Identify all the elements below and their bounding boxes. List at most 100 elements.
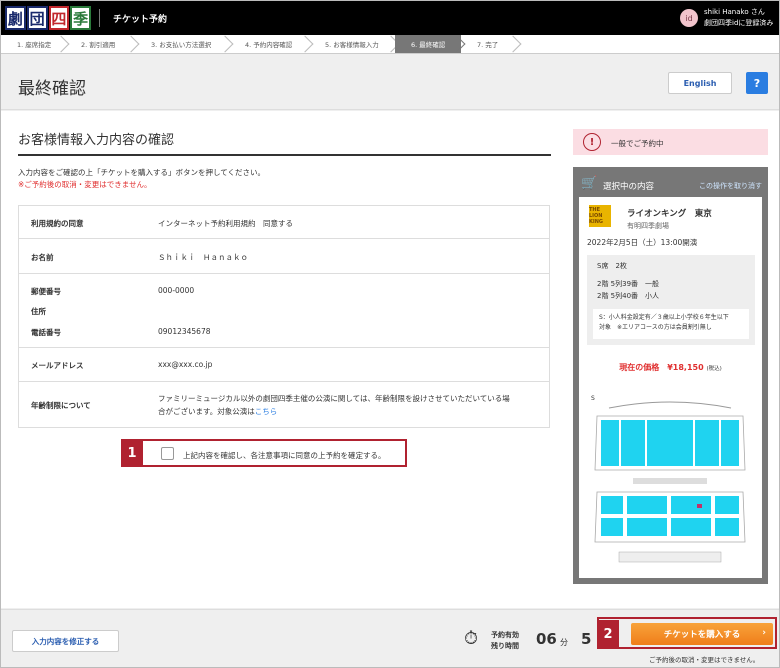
step-label: 5. お客様情報入力 [325,41,379,49]
instruction-text: 入力内容をご確認の上「チケットを購入する」ボタンを押してください。 [18,168,266,177]
target-shows-link[interactable]: こちら [255,407,278,416]
seat-block [671,518,711,536]
logo-char: 劇 [5,6,26,30]
progress-steps: 1. 座席指定 2. 割引適用 3. お支払い方法選択 4. 予約内容確認 5.… [1,35,779,54]
seat-block [627,496,667,514]
table-row: 利用規約の同意 インターネット予約利用規約 同意する [19,206,549,239]
buy-label: チケットを購入する [663,630,741,640]
user-name[interactable]: shiki Hanako さん [704,7,765,17]
avatar[interactable]: id [680,9,698,27]
name-value: Ｓｈｉｋｉ Ｈａｎａｋｏ [158,253,248,262]
service-title: チケット予約 [113,15,168,25]
confirmation-table: 利用規約の同意 インターネット予約利用規約 同意する お名前 Ｓｈｉｋｉ Ｈａｎ… [18,205,550,428]
seat-detail: 2階 5列39番 一般 [597,280,660,288]
seat-block [695,420,719,466]
table-row: メールアドレス xxx@xxx.co.jp [19,348,549,382]
name-label: お名前 [31,253,54,262]
step-label: 4. 予約内容確認 [245,41,293,49]
undo-link[interactable]: この操作を取り消す [699,181,762,191]
top-bar: 劇 団 四 季 チケット予約 id shiki Hanako さん 劇団四季id… [1,1,779,35]
edit-input-button[interactable]: 入力内容を修正する [12,630,119,652]
step-7: 7. 完了 [461,35,522,53]
selected-seat [697,504,702,508]
cart-icon: 🛒 [581,176,598,191]
phone-value: 09012345678 [158,327,211,336]
step-number-badge: 2 [597,620,619,648]
seat-block [601,496,623,514]
page-header: 最終確認 English ? [1,54,779,110]
section-title: お客様情報入力内容の確認 [18,133,175,148]
theater-name: 有明四季劇場 [627,222,669,230]
postal-value: 000-0000 [158,286,195,295]
step-label: 1. 座席指定 [17,41,52,49]
chevron-right-icon: › [762,628,766,638]
seat-block [627,518,667,536]
warning-text: ※ご予約後の取消・変更はできません。 [18,180,152,189]
timer-icon: ⏱ [464,628,479,649]
timer-seconds: 5 [581,630,592,648]
step-label: 6. 最終確認 [411,41,446,49]
price-value: ¥18,150 [667,363,704,372]
timer-label: 残り時間 [491,642,519,650]
terms-value: インターネット予約利用規約 同意する [158,219,293,228]
step-3: 3. お支払い方法選択 [135,35,234,53]
footer-bar: 入力内容を修正する ⏱ 予約有効 残り時間 06 分 5 2 チケットを購入する… [1,609,779,667]
timer-label: 予約有効 [491,631,519,639]
cart-header: 🛒 選択中の内容 この操作を取り消す [579,173,762,197]
current-price: 現在の価格 ¥18,150 (税込) [579,362,762,373]
buy-box: 2 チケットを購入する › [597,617,777,649]
header-divider [99,9,100,27]
app-window: 劇 団 四 季 チケット予約 id shiki Hanako さん 劇団四季id… [0,0,780,668]
seat-note-line: S：小人料金設定有／３歳以上小学校６年生以下 [599,314,729,321]
buy-note: ご予約後の取消・変更はできません。 [649,656,760,664]
seat-map: S [591,395,746,563]
booking-mode-text: 一般でご予約中 [611,139,664,148]
step-number-badge: 1 [121,440,143,466]
age-text: 合がございます。対象公演は [158,407,255,416]
seat-block [715,496,739,514]
seat-note: S：小人料金設定有／３歳以上小学校６年生以下 対象 ※エリアコースの方は会員割引… [593,309,749,339]
alert-icon: ! [583,133,601,151]
agree-label[interactable]: 上記内容を確認し、各注意事項に同意の上予約を確定する。 [183,450,386,461]
price-tax: (税込) [706,366,722,372]
buy-ticket-button[interactable]: チケットを購入する › [631,623,773,645]
step-5: 5. お客様情報入力 [309,35,400,53]
cart-panel: 🛒 選択中の内容 この操作を取り消す THE LION KING ライオンキング… [573,167,768,584]
logo-char: 四 [48,6,70,30]
table-row: 郵便番号 000-0000 住所 電話番号 09012345678 [19,274,549,348]
email-value: xxx@xxx.co.jp [158,360,213,369]
performance-date: 2022年2月5日（土）13:00開演 [587,238,698,247]
seat-summary: S席 2枚 2階 5列39番 一般 2階 5列40番 小人 S：小人料金設定有／… [587,255,755,345]
help-button[interactable]: ? [746,72,768,94]
postal-label: 郵便番号 [31,287,61,296]
english-button[interactable]: English [668,72,732,94]
seat-block [721,420,739,466]
step-4: 4. 予約内容確認 [229,35,314,53]
price-label: 現在の価格 [619,363,660,372]
show-logo: THE LION KING [589,205,611,227]
table-row: 年齢制限について ファミリーミュージカル以外の劇団四季主催の公演に関しては、年齢… [19,382,549,427]
booking-mode-notice: ! 一般でご予約中 [573,129,768,155]
seat-block [601,420,619,466]
step-label: 3. お支払い方法選択 [151,41,212,49]
email-label: メールアドレス [31,361,84,370]
timer-minutes-unit: 分 [560,638,568,647]
age-label: 年齢制限について [31,401,91,410]
cart-body: THE LION KING ライオンキング 東京 有明四季劇場 2022年2月5… [579,197,762,578]
shiki-logo[interactable]: 劇 団 四 季 [5,6,91,30]
main-content: お客様情報入力内容の確認 入力内容をご確認の上「チケットを購入する」ボタンを押し… [1,111,779,608]
timer-minutes: 06 [536,630,557,648]
agree-checkbox[interactable] [161,447,174,460]
step-2: 2. 割引適用 [65,35,140,53]
step-1: 1. 座席指定 [1,35,70,53]
seat-map-label: S [591,395,595,402]
seat-block [671,496,711,514]
seat-note-line: 対象 ※エリアコースの方は会員割引無し [599,324,712,331]
seat-block [621,420,645,466]
logo-char: 団 [26,6,48,30]
seat-block [647,420,693,466]
phone-label: 電話番号 [31,328,61,337]
seat-class: S席 2枚 [597,262,627,270]
step-label: 7. 完了 [477,41,499,49]
agree-box: 1 上記内容を確認し、各注意事項に同意の上予約を確定する。 [121,439,407,467]
